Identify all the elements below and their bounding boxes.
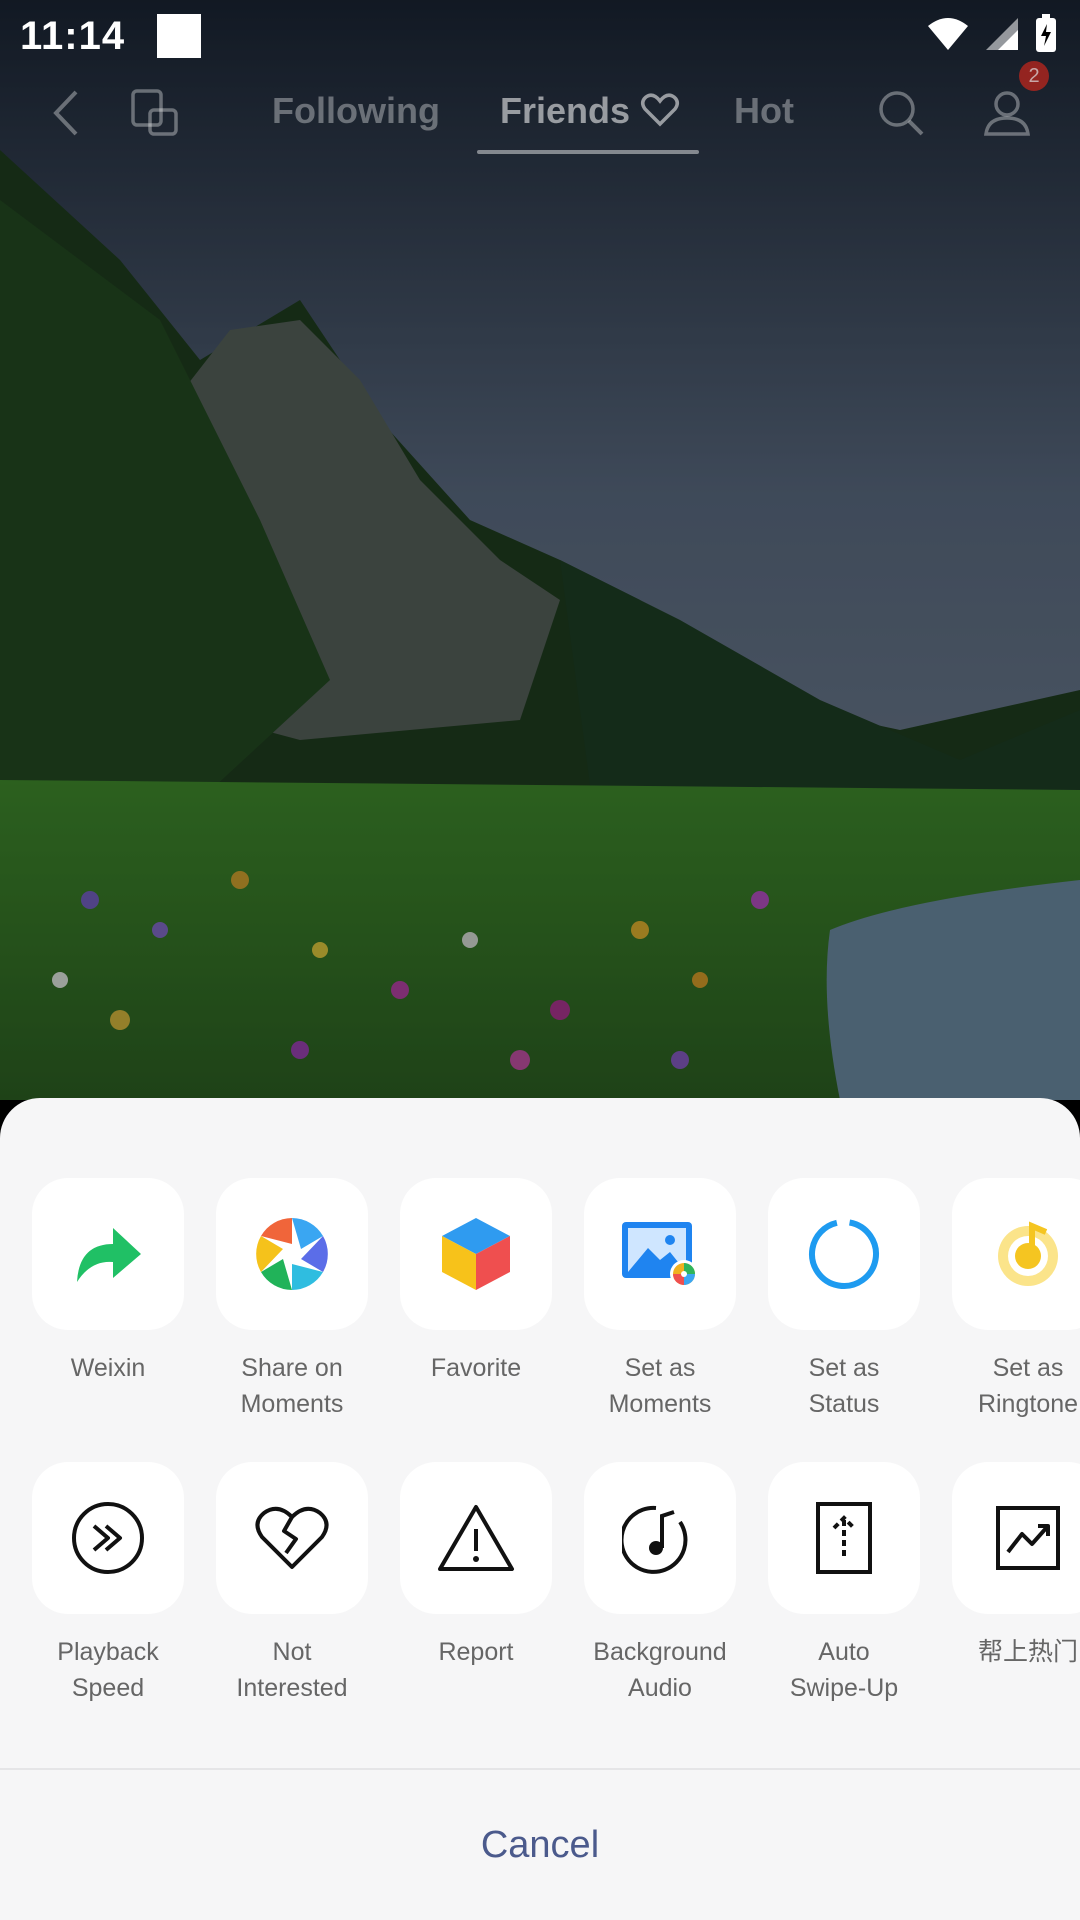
moments-image-icon (622, 1222, 698, 1288)
cancel-button[interactable]: Cancel (0, 1770, 1080, 1920)
ringtone-icon (998, 1221, 1058, 1286)
heart-outline-icon (641, 93, 680, 127)
auto-swipe-up-tile[interactable] (768, 1462, 920, 1614)
share-row-1: Weixin Share on Moments Favorite Set as … (0, 1178, 1080, 1438)
share-sheet: Weixin Share on Moments Favorite Set as … (0, 1098, 1080, 1920)
tab-friends[interactable]: Friends (500, 90, 680, 132)
tab-following[interactable]: Following (272, 90, 440, 132)
share-row-2: Playback Speed Not Interested Report Bac… (0, 1462, 1080, 1722)
share-weixin-tile[interactable] (32, 1178, 184, 1330)
set-as-ringtone[interactable]: Set as Ringtone (936, 1178, 1080, 1422)
switch-window-icon[interactable] (130, 88, 180, 138)
notification-placeholder-icon (157, 14, 201, 58)
playback-speed-label: Playback Speed (57, 1638, 159, 1702)
active-tab-indicator (477, 150, 699, 154)
auto-swipe-up-label: Auto Swipe-Up (789, 1638, 899, 1702)
notification-badge: 2 (1019, 61, 1049, 91)
favorite-label: Favorite (430, 1354, 522, 1382)
boost-trending[interactable]: 帮上热门 (936, 1462, 1080, 1670)
status-icons (926, 14, 1058, 54)
share-weixin[interactable]: Weixin (16, 1178, 200, 1386)
report-label: Report (438, 1638, 514, 1666)
share-moments[interactable]: Share on Moments (200, 1178, 384, 1422)
auto-swipe-up[interactable]: Auto Swipe-Up (752, 1462, 936, 1706)
swipe-up-icon (816, 1502, 872, 1574)
set-as-status[interactable]: Set as Status (752, 1178, 936, 1422)
playback-speed[interactable]: Playback Speed (16, 1462, 200, 1706)
search-icon[interactable] (876, 88, 926, 138)
tab-hot[interactable]: Hot (734, 90, 794, 132)
not-interested-label: Not Interested (236, 1638, 348, 1702)
background-audio-label: Background Audio (593, 1638, 727, 1702)
not-interested-tile[interactable] (216, 1462, 368, 1614)
status-bar: 11:14 (0, 0, 1080, 76)
favorite[interactable]: Favorite (384, 1178, 568, 1386)
set-as-ringtone-label: Set as Ringtone (977, 1354, 1079, 1418)
report-tile[interactable] (400, 1462, 552, 1614)
share-moments-label: Share on Moments (240, 1354, 344, 1418)
set-as-status-tile[interactable] (768, 1178, 920, 1330)
not-interested[interactable]: Not Interested (200, 1462, 384, 1706)
set-as-moments-label: Set as Moments (608, 1354, 712, 1418)
background-audio-tile[interactable] (584, 1462, 736, 1614)
music-note-icon (622, 1505, 688, 1574)
broken-heart-icon (255, 1506, 329, 1569)
back-icon[interactable] (48, 88, 84, 138)
status-ring-icon (809, 1219, 879, 1289)
wifi-icon (928, 18, 968, 50)
playback-speed-tile[interactable] (32, 1462, 184, 1614)
boost-trending-label: 帮上热门 (977, 1638, 1078, 1666)
set-as-moments[interactable]: Set as Moments (568, 1178, 752, 1422)
share-weixin-label: Weixin (70, 1354, 146, 1382)
cell-signal-icon (986, 18, 1018, 50)
battery-charging-icon (1036, 14, 1056, 52)
top-nav: Following Friends Hot 2 (0, 61, 1080, 156)
moments-shutter-icon (256, 1218, 328, 1290)
playback-speed-icon (72, 1502, 144, 1574)
boost-trending-tile[interactable] (952, 1462, 1080, 1614)
set-as-ringtone-tile[interactable] (952, 1178, 1080, 1330)
warning-icon (438, 1505, 514, 1571)
status-time: 11:14 (20, 14, 126, 58)
report[interactable]: Report (384, 1462, 568, 1670)
weixin-share-icon (77, 1228, 141, 1282)
trending-icon (996, 1506, 1060, 1570)
profile-icon[interactable] (982, 88, 1032, 138)
favorite-cube-icon (442, 1218, 510, 1290)
share-moments-tile[interactable] (216, 1178, 368, 1330)
set-as-moments-tile[interactable] (584, 1178, 736, 1330)
tab-friends-label: Friends (500, 90, 631, 131)
favorite-tile[interactable] (400, 1178, 552, 1330)
background-audio[interactable]: Background Audio (568, 1462, 752, 1706)
set-as-status-label: Set as Status (808, 1354, 880, 1418)
